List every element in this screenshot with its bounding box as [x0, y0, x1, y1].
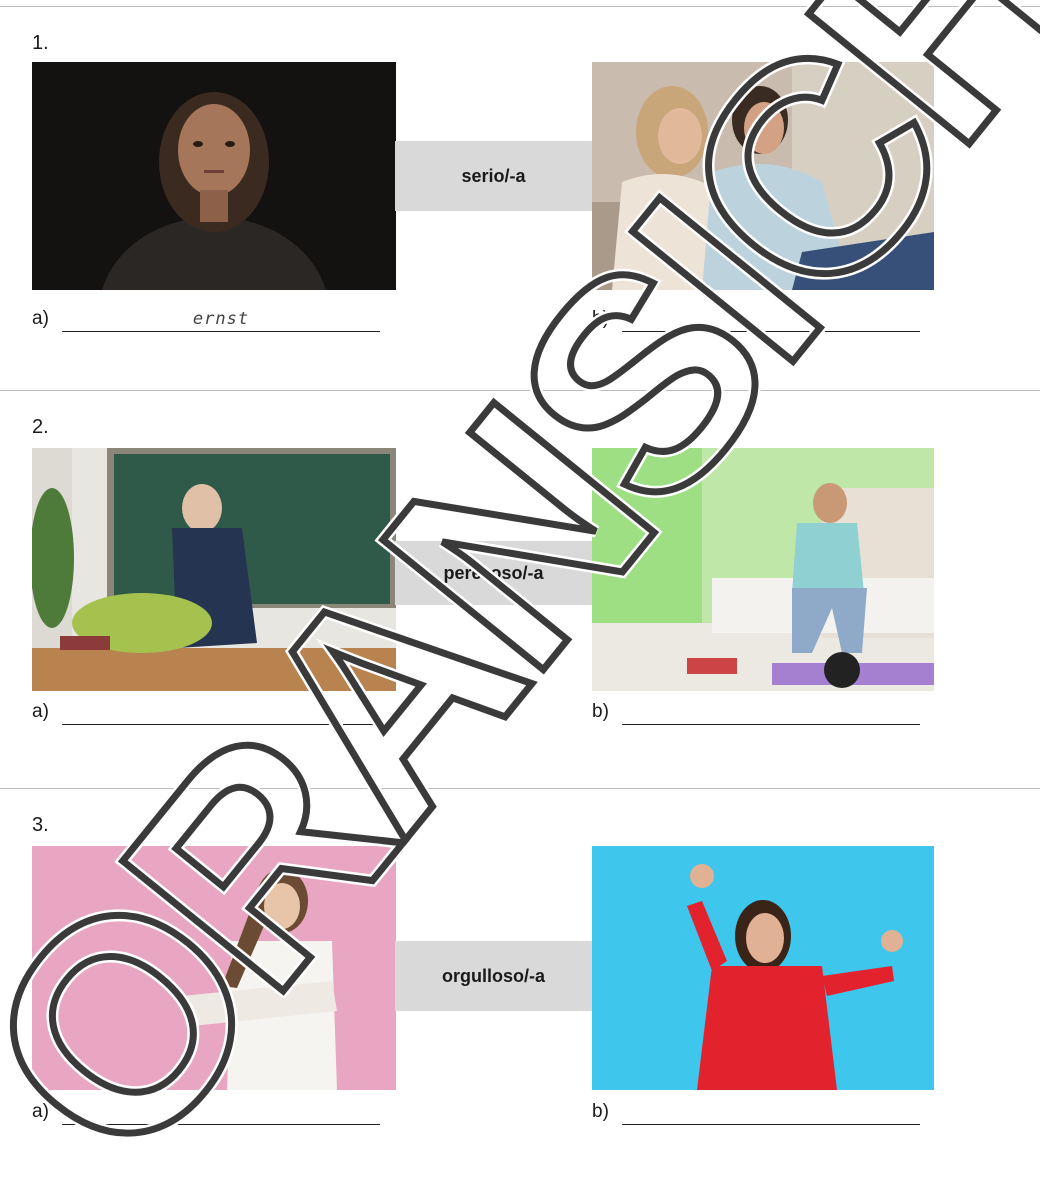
answer-label-a: a) — [32, 308, 49, 329]
answer-label-a: a) — [32, 1101, 49, 1122]
answer-field-a[interactable] — [62, 696, 380, 725]
exercise-row-1: 1. serio/-a a) ernst b) — [0, 6, 1040, 391]
answer-a: a) ernst — [32, 303, 380, 332]
photo-lazy-man — [592, 448, 934, 691]
photo-serious-couple — [592, 62, 934, 290]
answer-field-b[interactable] — [622, 1096, 920, 1125]
photo-lazy-student — [32, 448, 396, 691]
answer-a: a) — [32, 1096, 380, 1125]
answer-label-b: b) — [592, 701, 609, 722]
exercise-row-2: 2. perezoso/-a a) b) — [0, 390, 1040, 789]
term-box: perezoso/-a — [395, 541, 592, 605]
term-box: serio/-a — [395, 141, 592, 211]
answer-label-b: b) — [592, 308, 609, 329]
exercise-number: 1. — [32, 32, 49, 54]
answer-field-b[interactable] — [622, 696, 920, 725]
worksheet: 1. serio/-a a) ernst b) 2. perezoso/-a a… — [0, 0, 1040, 1185]
photo-proud-woman — [32, 846, 396, 1090]
answer-label-a: a) — [32, 701, 49, 722]
term-box: orgulloso/-a — [395, 941, 592, 1011]
answer-a: a) — [32, 696, 380, 725]
answer-b: b) — [592, 696, 920, 725]
answer-value-a: ernst — [192, 309, 250, 329]
exercise-number: 3. — [32, 814, 49, 836]
exercise-row-3: 3. orgulloso/-a a) b) — [0, 788, 1040, 1186]
answer-field-b[interactable] — [622, 303, 920, 332]
exercise-number: 2. — [32, 416, 49, 438]
answer-label-b: b) — [592, 1101, 609, 1122]
photo-proud-woman-cheering — [592, 846, 934, 1090]
answer-field-a[interactable]: ernst — [62, 303, 380, 332]
answer-b: b) — [592, 1096, 920, 1125]
answer-field-a[interactable] — [62, 1096, 380, 1125]
photo-serious-girl — [32, 62, 396, 290]
answer-b: b) — [592, 303, 920, 332]
